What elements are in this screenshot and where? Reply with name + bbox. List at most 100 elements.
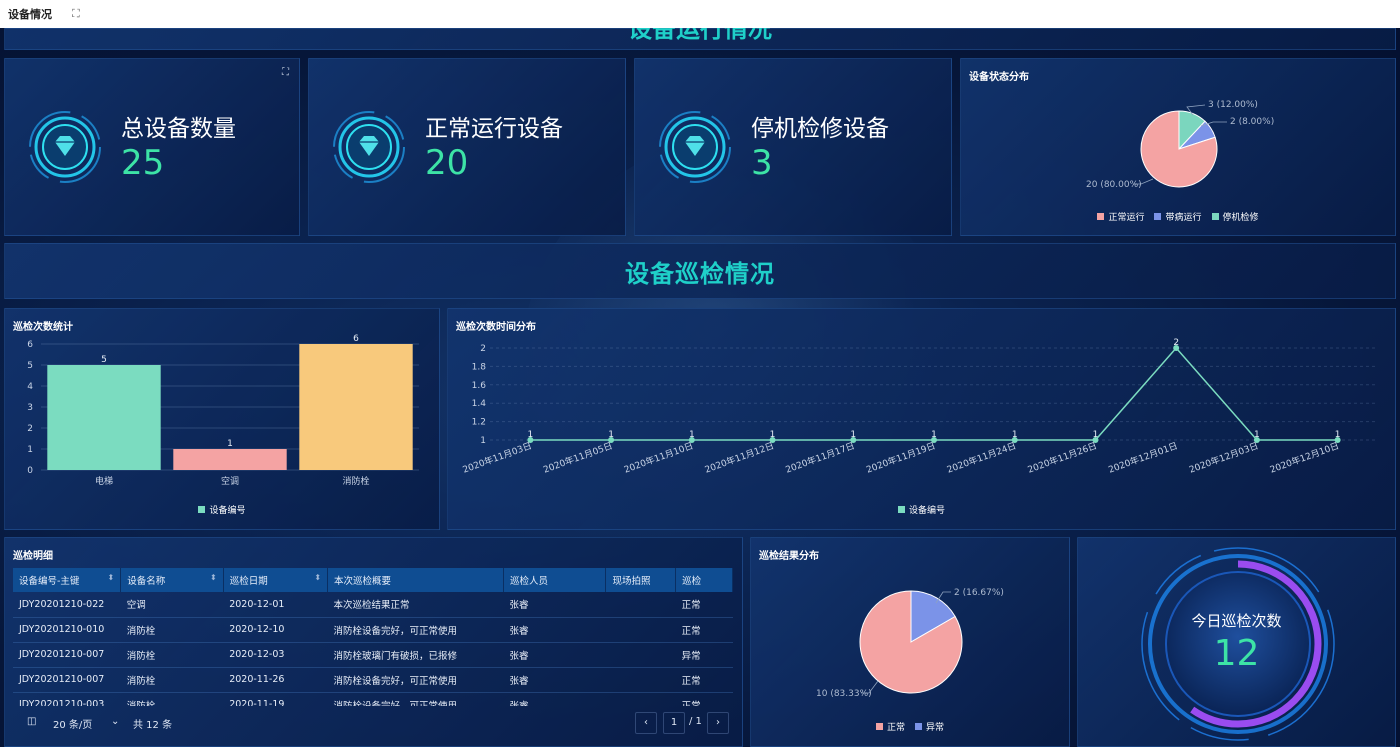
top-bar: 设备情况 ⛶ [0,0,1400,28]
point-value-label: 1 [1254,430,1260,440]
column-header[interactable]: 现场拍照 [605,568,677,592]
x-tick-label: 2020年11月24日 [945,440,1018,476]
page-title: 设备情况 [8,8,52,21]
gauge-value: 12 [1213,633,1260,674]
y-tick-label: 6 [27,340,33,350]
diamond-icon [333,111,405,183]
table-cell: 张睿 [503,617,606,643]
legend-item[interactable]: 带病运行 [1154,210,1202,223]
table-row[interactable]: JDY20201210-010 消防栓 2020-12-10 消防栓设备完好，可正常使… [13,617,733,643]
table-row[interactable]: JDY20201210-003 消防栓 2020-11-19 消防栓设备完好，可正常使… [13,692,733,706]
legend-item[interactable]: 停机检修 [1211,210,1259,223]
bar-value-label: 6 [353,334,359,344]
y-tick-label: 1.8 [472,362,487,372]
table-cell: 2020-12-10 [223,617,328,643]
table-row[interactable]: JDY20201210-022 空调 2020-12-01 本次巡检结果正常 张睿 正常 [13,592,733,618]
inspection-table: 设备编号-主键 ⬍ 设备名称 ⬍ 巡检日期 ⬍ 本次巡检概要 巡检人员 现场拍照 巡检… [13,568,733,706]
x-tick-label: 2020年12月01日 [1107,440,1180,476]
table-cell: 2020-11-19 [223,692,328,706]
table-cell: 张睿 [503,642,606,668]
x-tick-label: 2020年11月12日 [703,440,776,476]
table-row[interactable]: JDY20201210-007 消防栓 2020-11-26 消防栓设备完好，可正常使… [13,667,733,693]
table-cell: 空调 [120,592,224,618]
column-header[interactable]: 巡检 [675,568,733,592]
y-tick-label: 1.2 [472,418,486,428]
point-value-label: 1 [689,430,695,440]
status-pie-panel: 设备状态分布 3 (12.00%) 2 (8.00%) 20 (80.00%) … [960,58,1396,236]
expand-icon[interactable]: ⛶ [282,67,289,78]
table-cell: 消防栓玻璃门有破损，已报修 [327,642,504,668]
table-cell: 正常 [675,592,733,618]
fullscreen-icon[interactable]: ⛶ [72,7,80,21]
table-cell: 消防栓 [120,692,224,706]
prev-page-button[interactable]: ‹ [635,712,657,734]
table-scroll[interactable]: 设备编号-主键 ⬍ 设备名称 ⬍ 巡检日期 ⬍ 本次巡检概要 巡检人员 现场拍照 巡检… [13,568,733,706]
table-row[interactable]: JDY20201210-007 消防栓 2020-12-03 消防栓玻璃门有破损，已报… [13,642,733,668]
table-panel: 巡检明细 设备编号-主键 ⬍ 设备名称 ⬍ 巡检日期 ⬍ 本次巡检概要 巡检人员 现场… [4,537,743,747]
today-gauge-panel: 今日巡检次数 12 [1077,537,1396,747]
table-cell: 2020-12-03 [223,642,328,668]
column-header[interactable]: 设备编号-主键 ⬍ [13,568,122,592]
stat-value: 20 [425,143,469,183]
table-cell: 2020-12-01 [223,592,328,618]
bar-value-label: 5 [101,355,107,365]
stat-card-normal: 正常运行设备 20 [308,58,626,236]
x-tick-label: 2020年12月03日 [1187,440,1260,476]
total-count: 共 12 条 [133,720,173,731]
legend-item[interactable]: 设备编号 [198,503,246,516]
bar [173,449,287,470]
page-input[interactable]: 1 [663,712,685,734]
x-tick-label: 2020年11月19日 [865,440,938,476]
table-cell: 消防栓设备完好，可正常使用 [327,692,504,706]
y-tick-label: 3 [27,403,33,413]
point-value-label: 1 [1335,430,1341,440]
y-tick-label: 0 [27,466,33,476]
gauge-label: 今日巡检次数 [1191,612,1282,630]
table-cell: 本次巡检结果正常 [327,592,504,618]
chevron-down-icon[interactable]: ⌄ [111,716,119,727]
table-header-row: 设备编号-主键 ⬍ 设备名称 ⬍ 巡检日期 ⬍ 本次巡检概要 巡检人员 现场拍照 巡检 [13,568,733,592]
x-tick-label: 2020年11月05日 [542,440,615,476]
slice-label: 3 (12.00%) [1208,100,1258,110]
x-tick-label: 2020年11月03日 [461,440,534,476]
table-cell: 张睿 [503,667,606,693]
result-pie-chart: 2 (16.67%) 10 (83.33%) [816,588,1004,699]
column-header[interactable]: 巡检日期 ⬍ [223,568,329,592]
table-cell: 正常 [675,617,733,643]
legend-item[interactable]: 正常 [875,720,905,733]
point-value-label: 1 [931,430,937,440]
bar [47,365,161,470]
stat-value: 25 [121,143,165,183]
y-tick-label: 4 [27,382,33,392]
result-pie-panel: 巡检结果分布 2 (16.67%) 10 (83.33%) 正常 异常 [750,537,1070,747]
x-tick-label: 电梯 [95,475,113,487]
column-header[interactable]: 巡检人员 [503,568,607,592]
bar-chart: 0 1 2 3 4 5 6 5 电梯 1 空调 6 消防栓 [27,334,419,487]
point-value-label: 1 [608,430,614,440]
column-header[interactable]: 设备名称 ⬍ [120,568,224,592]
x-tick-label: 空调 [221,475,239,487]
legend-item[interactable]: 设备编号 [897,503,945,516]
next-page-button[interactable]: › [707,712,729,734]
point-value-label: 1 [1012,430,1018,440]
table-cell: 消防栓 [120,642,224,668]
y-tick-label: 1 [27,445,33,455]
x-tick-label: 2020年11月17日 [784,440,857,476]
column-header[interactable]: 本次巡检概要 [327,568,504,592]
page-total: / 1 [689,716,702,727]
y-tick-label: 1.6 [472,381,487,391]
slice-label: 10 (83.33%) [816,689,872,699]
line-chart-legend: 设备编号 [448,503,1395,516]
legend-item[interactable]: 正常运行 [1097,210,1144,223]
table-cell: 2020-11-26 [223,667,328,693]
table-cell: JDY20201210-010 [13,617,121,643]
pagination: ◫ 20 条/页 ⌄ 共 12 条 ‹ 1 / 1 › [5,708,742,738]
columns-icon[interactable]: ◫ [27,716,36,727]
slice-label: 2 (16.67%) [954,588,1004,598]
table-cell [605,642,676,668]
x-tick-label: 2020年12月10日 [1268,440,1341,476]
bar [299,344,413,470]
legend-item[interactable]: 异常 [915,720,944,733]
page-size-select[interactable]: 20 条/页 [53,716,92,731]
table-cell: JDY20201210-007 [13,667,121,693]
